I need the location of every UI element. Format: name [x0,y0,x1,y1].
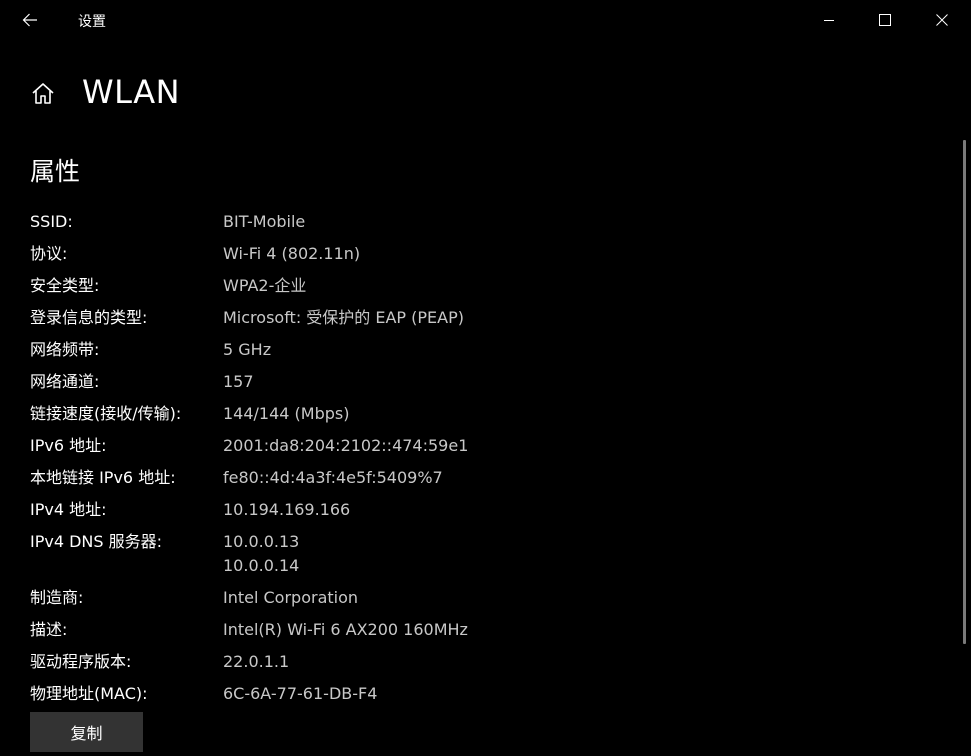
property-label: 协议: [30,244,68,263]
property-value-line: 5 GHz [223,340,272,359]
property-label: IPv6 地址: [30,436,107,455]
property-value-line: 2001:da8:204:2102::474:59e1 [223,436,469,455]
property-label: 安全类型: [30,276,100,295]
window-title: 设置 [78,14,106,30]
property-row: 本地链接 IPv6 地址: fe80::4d:4a3f:4e5f:5409%7 [30,466,730,490]
property-value-line: 10.0.0.14 [223,556,300,575]
property-label: SSID: [30,212,73,231]
close-icon [936,14,948,26]
property-value-line: Intel Corporation [223,588,359,607]
property-value: WPA2-企业 [223,274,306,298]
section-title: 属性 [30,157,81,186]
property-value-line: 10.0.0.13 [223,532,300,551]
property-row: 制造商: Intel Corporation [30,586,730,610]
property-row: 驱动程序版本: 22.0.1.1 [30,650,730,674]
property-value: 6C-6A-77-61-DB-F4 [223,682,377,706]
home-icon[interactable] [30,81,56,107]
property-label: 驱动程序版本: [30,652,132,671]
property-label: IPv4 DNS 服务器: [30,532,163,551]
property-value: 5 GHz [223,338,271,362]
property-label: 网络频带: [30,340,100,359]
maximize-button[interactable] [857,0,913,40]
property-value: 2001:da8:204:2102::474:59e1 [223,434,468,458]
property-row: SSID: BIT-Mobile [30,210,730,234]
scrollbar[interactable] [963,140,966,644]
property-value-line: Microsoft: 受保护的 EAP (PEAP) [223,308,465,327]
property-value-line: 144/144 (Mbps) [223,404,350,423]
minimize-icon [824,20,834,21]
title-bar: 设置 [0,0,971,40]
property-row: 链接速度(接收/传输): 144/144 (Mbps) [30,402,730,426]
property-value: Intel(R) Wi-Fi 6 AX200 160MHz [223,618,468,642]
back-arrow-icon [22,13,37,27]
property-row: 协议: Wi-Fi 4 (802.11n) [30,242,730,266]
property-label: 登录信息的类型: [30,308,148,327]
property-value: 144/144 (Mbps) [223,402,350,426]
property-value: fe80::4d:4a3f:4e5f:5409%7 [223,466,443,490]
properties-list: SSID: BIT-Mobile 协议: Wi-Fi 4 (802.11n) 安全类型:… [30,210,730,714]
property-value-line: 6C-6A-77-61-DB-F4 [223,684,378,703]
property-value-line: 10.194.169.166 [223,500,351,519]
property-value: 22.0.1.1 [223,650,289,674]
property-value-line: BIT-Mobile [223,212,306,231]
property-value: 10.0.0.13 10.0.0.14 [223,530,299,578]
maximize-icon [879,14,891,26]
property-value-line: Wi-Fi 4 (802.11n) [223,244,361,263]
page-header: WLAN [30,72,180,112]
property-label: 制造商: [30,588,84,607]
property-row: 安全类型: WPA2-企业 [30,274,730,298]
property-row: IPv6 地址: 2001:da8:204:2102::474:59e1 [30,434,730,458]
property-value-line: 157 [223,372,254,391]
property-label: 链接速度(接收/传输): [30,404,182,423]
property-row: IPv4 DNS 服务器: 10.0.0.13 10.0.0.14 [30,530,730,578]
property-label: IPv4 地址: [30,500,107,519]
property-value: BIT-Mobile [223,210,305,234]
property-row: IPv4 地址: 10.194.169.166 [30,498,730,522]
property-row: 描述: Intel(R) Wi-Fi 6 AX200 160MHz [30,618,730,642]
property-value-line: Intel(R) Wi-Fi 6 AX200 160MHz [223,620,468,639]
property-value-line: WPA2-企业 [223,276,307,295]
property-row: 物理地址(MAC): 6C-6A-77-61-DB-F4 [30,682,730,706]
close-button[interactable] [914,0,970,40]
copy-button[interactable]: 复制 [30,712,143,752]
property-value: Intel Corporation [223,586,358,610]
property-row: 登录信息的类型: Microsoft: 受保护的 EAP (PEAP) [30,306,730,330]
minimize-button[interactable] [801,0,857,40]
property-value: 10.194.169.166 [223,498,350,522]
property-value: Microsoft: 受保护的 EAP (PEAP) [223,306,464,330]
property-row: 网络频带: 5 GHz [30,338,730,362]
property-label: 本地链接 IPv6 地址: [30,468,176,487]
property-value: 157 [223,370,254,394]
settings-window: 设置 WLAN 属性 SSID: BIT-Mobile 协议: Wi-Fi 4 (80… [0,0,971,756]
property-value-line: fe80::4d:4a3f:4e5f:5409%7 [223,468,443,487]
property-label: 物理地址(MAC): [30,684,148,703]
property-label: 描述: [30,620,68,639]
property-value: Wi-Fi 4 (802.11n) [223,242,360,266]
page-title: WLAN [82,73,181,111]
property-label: 网络通道: [30,372,100,391]
property-row: 网络通道: 157 [30,370,730,394]
property-value-line: 22.0.1.1 [223,652,290,671]
back-button[interactable] [12,4,48,36]
